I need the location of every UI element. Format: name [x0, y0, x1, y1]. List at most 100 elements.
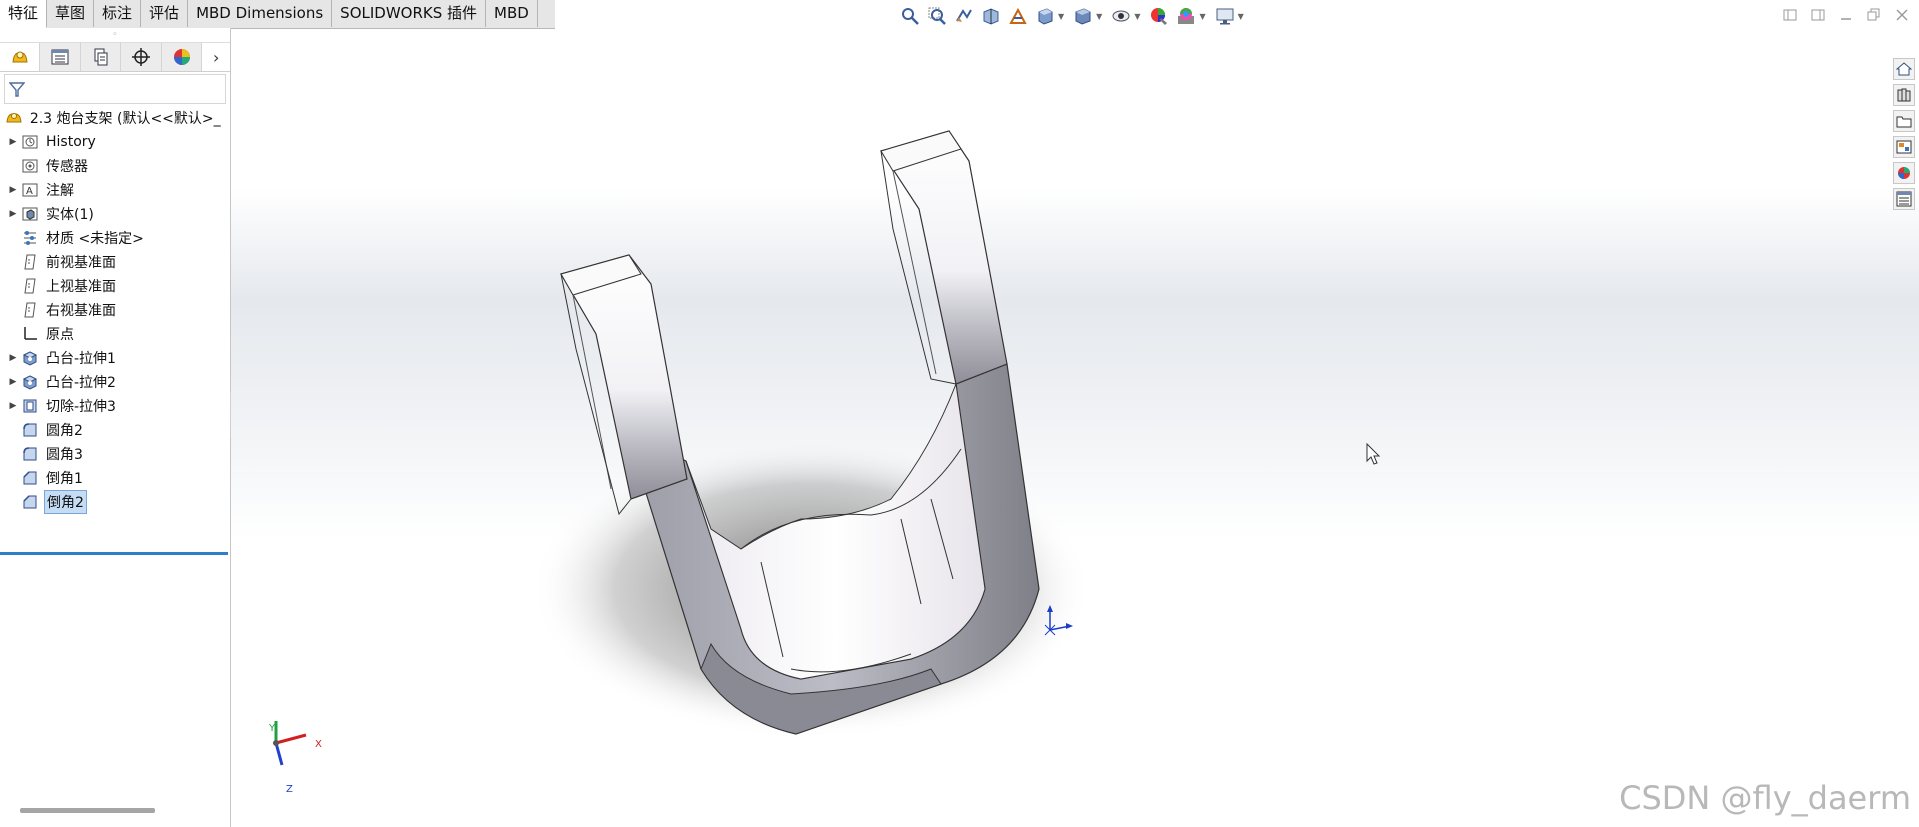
- tree-item[interactable]: ▶ 凸台-拉伸2: [0, 370, 230, 394]
- tab-sketch[interactable]: 草图: [47, 0, 95, 27]
- displaymanager-icon[interactable]: [161, 43, 203, 71]
- tree-item[interactable]: ▶传感器: [0, 154, 230, 178]
- view-orientation-icon[interactable]: [1033, 4, 1057, 28]
- propertymanager-icon[interactable]: [40, 43, 81, 71]
- tree-item[interactable]: ▶ A 注解: [0, 178, 230, 202]
- tree-item[interactable]: ▶材质 <未指定>: [0, 226, 230, 250]
- feature-tree: 2.3 炮台支架 (默认<<默认>_ ▶History▶传感器▶A注解▶实体(1…: [0, 106, 230, 555]
- triad-x-label: X: [315, 739, 322, 750]
- tile-left-icon[interactable]: [1781, 6, 1799, 24]
- chevron-down-icon[interactable]: ▼: [1096, 12, 1102, 21]
- display-style-icon[interactable]: [1071, 4, 1095, 28]
- tab-markup[interactable]: 标注: [94, 0, 142, 27]
- part-name: 2.3 炮台支架 (默认<<默认>_: [29, 111, 221, 127]
- tab-evaluate[interactable]: 评估: [141, 0, 189, 27]
- reference-triad: [273, 721, 307, 766]
- tree-item[interactable]: ▶ 实体(1): [0, 202, 230, 226]
- tree-item[interactable]: ▶倒角1: [0, 466, 230, 490]
- chevron-down-icon[interactable]: ▼: [1058, 12, 1064, 21]
- graphics-area[interactable]: Y X Z: [231, 29, 1919, 827]
- view-palette-icon[interactable]: [1893, 136, 1915, 158]
- tree-item[interactable]: ▶ 切除-拉伸3: [0, 394, 230, 418]
- tree-item[interactable]: ▶ 凸台-拉伸1: [0, 346, 230, 370]
- tree-item[interactable]: ▶圆角3: [0, 442, 230, 466]
- tab-mbd[interactable]: MBD: [486, 0, 538, 27]
- tree-item-label: 上视基准面: [46, 279, 116, 295]
- tree-root-part[interactable]: 2.3 炮台支架 (默认<<默认>_: [0, 106, 230, 130]
- fillet-icon: [20, 420, 40, 440]
- tree-item[interactable]: ▶ History: [0, 130, 230, 154]
- dynamic-annotation-icon[interactable]: [1006, 4, 1030, 28]
- appearances-icon[interactable]: [1893, 162, 1915, 184]
- chevron-right-icon[interactable]: ›: [202, 43, 230, 71]
- view-settings-icon[interactable]: [1213, 4, 1237, 28]
- tree-item-label: 传感器: [46, 159, 88, 175]
- previous-view-icon[interactable]: [952, 4, 976, 28]
- chevron-down-icon[interactable]: ▼: [1134, 12, 1140, 21]
- expand-arrow-icon[interactable]: ▶: [6, 209, 20, 219]
- plane-icon: [20, 300, 40, 320]
- heads-up-view-toolbar: ▼ ▼ ▼ ▼ ▼: [898, 4, 1248, 28]
- tree-item[interactable]: ▶右视基准面: [0, 298, 230, 322]
- tile-right-icon[interactable]: [1809, 6, 1827, 24]
- tree-item[interactable]: ▶圆角2: [0, 418, 230, 442]
- material-icon: [20, 228, 40, 248]
- section-view-icon[interactable]: [979, 4, 1003, 28]
- expand-arrow-icon[interactable]: ▶: [6, 401, 20, 411]
- document-window-controls: [1781, 6, 1911, 24]
- dimxpert-icon[interactable]: [121, 43, 162, 71]
- expand-arrow-icon[interactable]: ▶: [6, 353, 20, 363]
- custom-properties-icon[interactable]: [1893, 188, 1915, 210]
- chamfer-icon: [20, 492, 40, 512]
- tree-item[interactable]: ▶上视基准面: [0, 274, 230, 298]
- tree-item-label: 实体(1): [46, 207, 94, 223]
- design-library-icon[interactable]: [1893, 84, 1915, 106]
- tree-item[interactable]: ▶倒角2: [0, 490, 230, 514]
- boss-extrude-icon: [20, 348, 40, 368]
- chevron-down-icon[interactable]: ▼: [1199, 12, 1205, 21]
- expand-arrow-icon[interactable]: ▶: [6, 137, 20, 147]
- tree-item[interactable]: ▶原点: [0, 322, 230, 346]
- panel-grip-icon[interactable]: ◦: [0, 28, 230, 43]
- rollback-bar[interactable]: [0, 552, 228, 555]
- featuremanager-panel: ◦ › 2.3 炮台支架 (默认<<默认>_ ▶History▶传感器▶A注解▶…: [0, 28, 231, 827]
- tree-item-label: 注解: [46, 183, 74, 199]
- tree-item-label: 切除-拉伸3: [46, 399, 116, 415]
- mouse-cursor-icon: [1366, 442, 1381, 465]
- expand-arrow-icon[interactable]: ▶: [6, 377, 20, 387]
- tree-item-label: 右视基准面: [46, 303, 116, 319]
- restore-icon[interactable]: [1865, 6, 1883, 24]
- zoom-area-icon[interactable]: [925, 4, 949, 28]
- tree-item[interactable]: ▶前视基准面: [0, 250, 230, 274]
- plane-icon: [20, 252, 40, 272]
- horizontal-scrollbar[interactable]: [20, 808, 155, 813]
- edit-appearance-icon[interactable]: [1147, 4, 1171, 28]
- command-manager-tabs: 特征 草图 标注 评估 MBD Dimensions SOLIDWORKS 插件…: [0, 0, 555, 29]
- tree-item-label: 凸台-拉伸1: [46, 351, 116, 367]
- home-icon[interactable]: [1893, 58, 1915, 80]
- file-explorer-icon[interactable]: [1893, 110, 1915, 132]
- hide-show-icon[interactable]: [1109, 4, 1133, 28]
- tab-solidworks-addins[interactable]: SOLIDWORKS 插件: [332, 0, 487, 27]
- close-icon[interactable]: [1893, 6, 1911, 24]
- plane-icon: [20, 276, 40, 296]
- task-pane: [1893, 58, 1915, 210]
- tab-mbd-dimensions[interactable]: MBD Dimensions: [188, 0, 333, 27]
- tree-item-label: 圆角2: [46, 423, 83, 439]
- tree-filter[interactable]: [4, 74, 226, 104]
- triad-y-label: Y: [269, 723, 276, 734]
- minimize-icon[interactable]: [1837, 6, 1855, 24]
- chevron-down-icon[interactable]: ▼: [1238, 12, 1244, 21]
- annotation-icon: A: [20, 180, 40, 200]
- tree-item-label: 圆角3: [46, 447, 83, 463]
- tree-item-label: 倒角1: [46, 471, 83, 487]
- tree-item-label: 凸台-拉伸2: [46, 375, 116, 391]
- configurationmanager-icon[interactable]: [80, 43, 122, 71]
- apply-scene-icon[interactable]: [1174, 4, 1198, 28]
- part-model-view[interactable]: [231, 29, 1919, 827]
- zoom-to-fit-icon[interactable]: [898, 4, 922, 28]
- expand-arrow-icon[interactable]: ▶: [6, 185, 20, 195]
- tab-features[interactable]: 特征: [0, 0, 48, 28]
- chamfer-icon: [20, 468, 40, 488]
- featuremanager-icon[interactable]: [0, 43, 41, 71]
